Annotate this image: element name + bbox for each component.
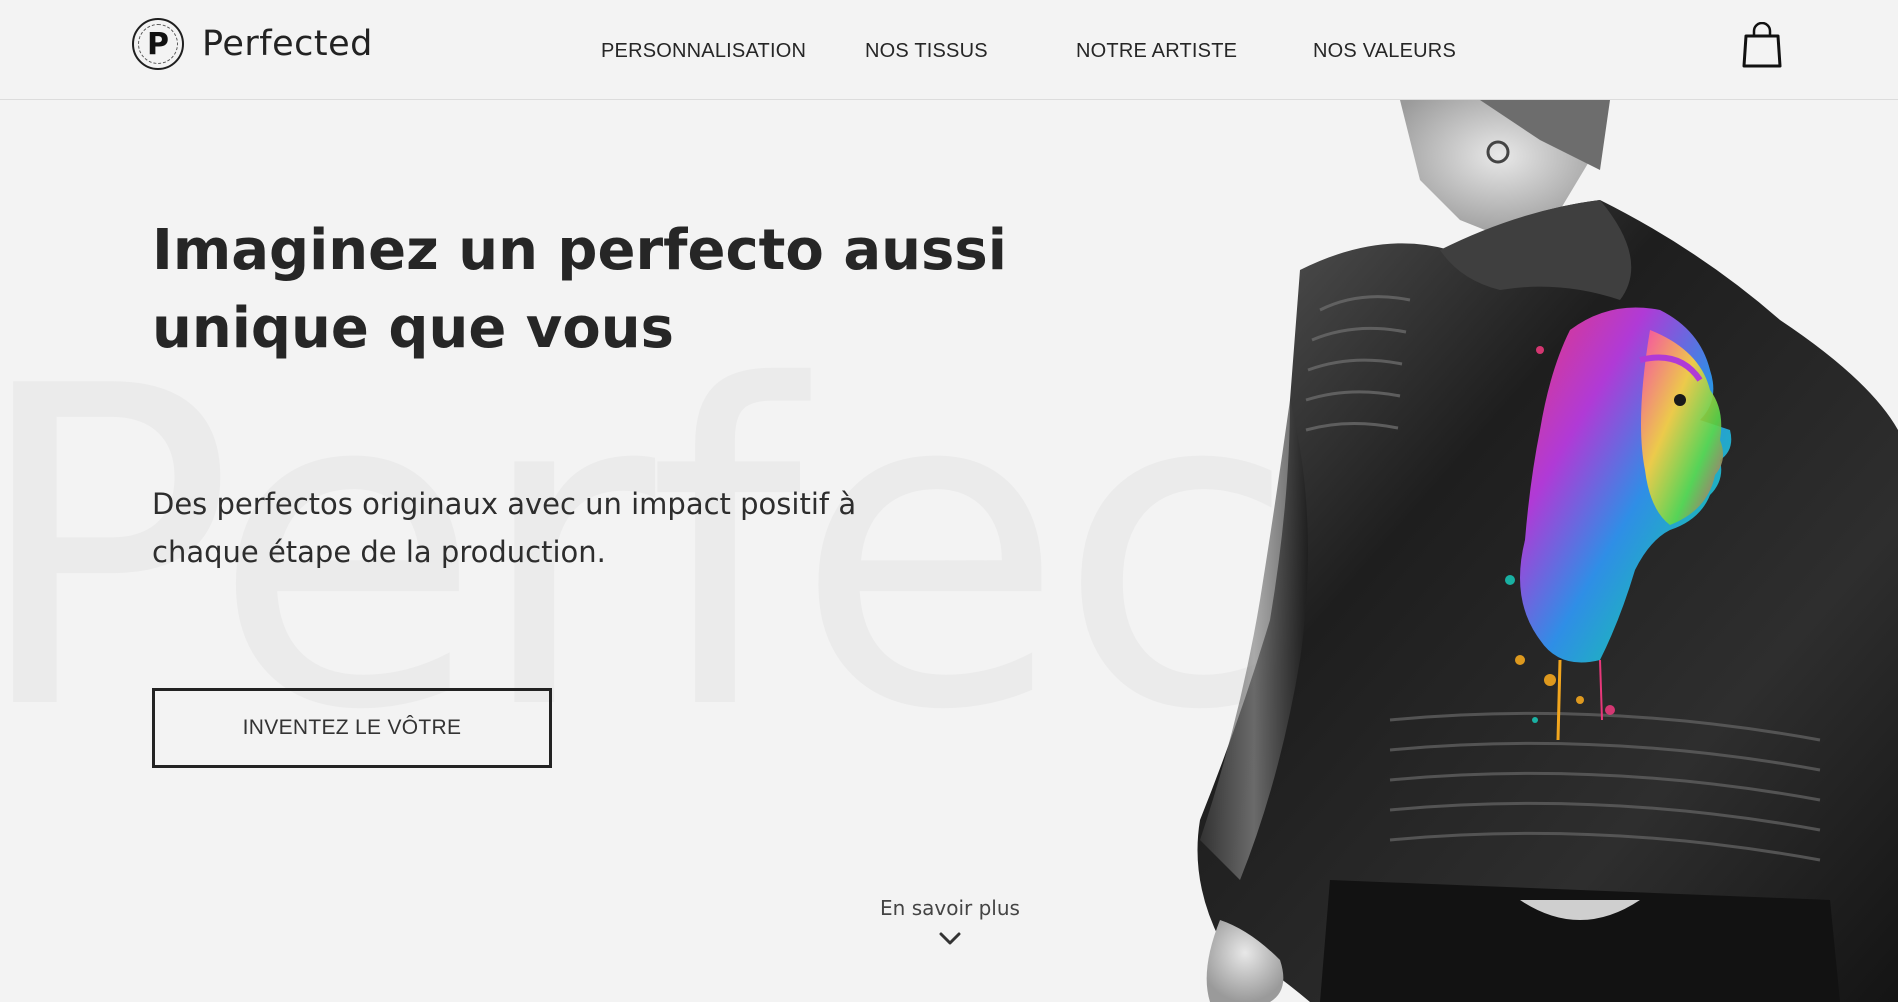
logo-letter: P — [147, 26, 169, 62]
main-nav: PERSONNALISATION NOS TISSUS NOTRE ARTIST… — [0, 40, 1898, 66]
nav-item-nos-valeurs[interactable]: NOS VALEURS — [1313, 40, 1456, 63]
shopping-bag-icon[interactable] — [1742, 22, 1782, 68]
learn-more-link[interactable]: En savoir plus — [880, 896, 1020, 946]
hero-title: Imaginez un perfecto aussi unique que vo… — [152, 218, 1007, 361]
hero-photo — [1197, 100, 1898, 1002]
page: Perfec P Perfected PERSONNALISATION NOS … — [0, 0, 1898, 1002]
site-header: P Perfected PERSONNALISATION NOS TISSUS … — [0, 0, 1898, 100]
nav-item-notre-artiste[interactable]: NOTRE ARTISTE — [1076, 40, 1237, 63]
invent-yours-button[interactable]: INVENTEZ LE VÔTRE — [152, 688, 552, 768]
chevron-down-icon — [939, 932, 961, 945]
nav-item-personnalisation[interactable]: PERSONNALISATION — [601, 40, 806, 63]
nav-item-nos-tissus[interactable]: NOS TISSUS — [865, 40, 988, 63]
hero-subtitle: Des perfectos originaux avec un impact p… — [152, 487, 857, 569]
learn-more-label: En savoir plus — [880, 896, 1020, 920]
